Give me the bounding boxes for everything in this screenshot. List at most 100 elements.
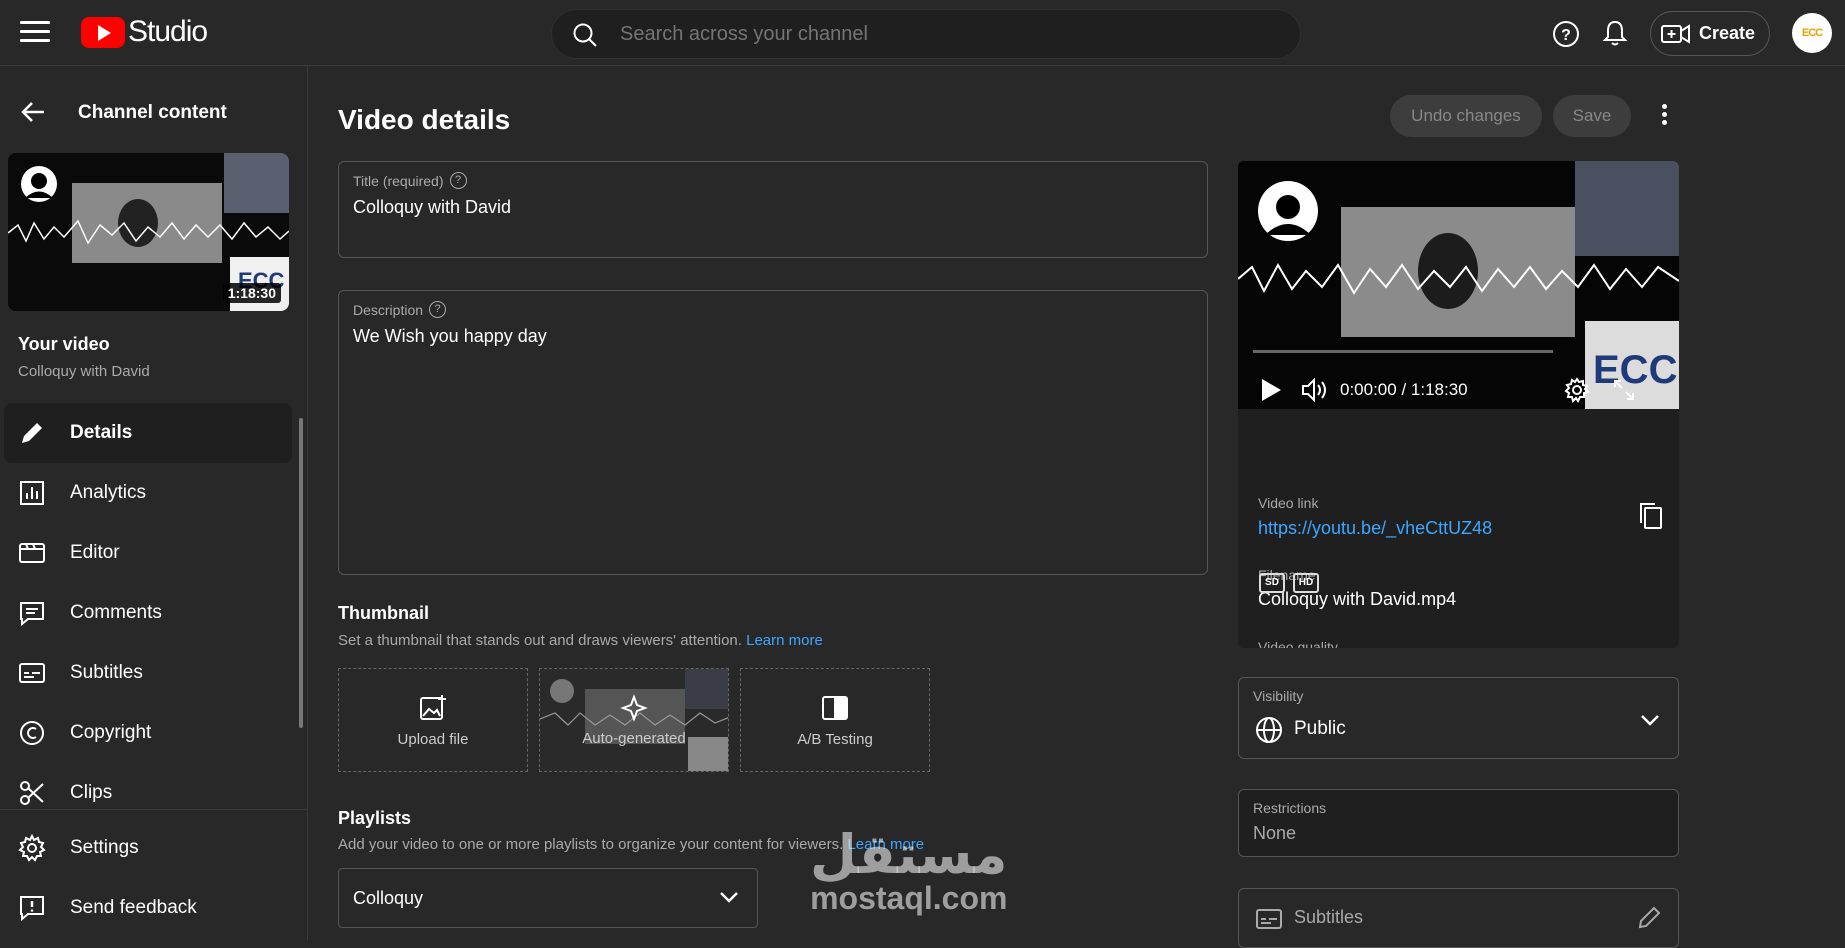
volume-icon[interactable] bbox=[1300, 377, 1330, 403]
page-title: Video details bbox=[338, 104, 511, 135]
sidebar-item-copyright[interactable]: Copyright bbox=[4, 703, 292, 763]
search-input[interactable] bbox=[620, 19, 1260, 49]
video-thumbnail[interactable]: ECC 1:18:30 bbox=[8, 153, 289, 311]
playlists-learn-more-link[interactable]: Learn more bbox=[847, 836, 924, 853]
description-field-value[interactable]: We Wish you happy day bbox=[353, 326, 547, 347]
video-time: 0:00:00 / 1:18:30 bbox=[1340, 380, 1468, 399]
account-avatar[interactable]: ECC bbox=[1792, 13, 1832, 53]
image-upload-icon bbox=[420, 694, 446, 720]
sidebar-item-send-feedback[interactable]: Send feedback bbox=[4, 878, 292, 938]
help-circle-icon[interactable]: ? bbox=[429, 301, 447, 318]
restrictions-card: Restrictions None bbox=[1238, 789, 1679, 857]
sidebar-bottom-nav: Settings Send feedback bbox=[4, 818, 292, 938]
description-field[interactable]: Description? We Wish you happy day bbox=[338, 290, 1208, 575]
sidebar-item-label: Clips bbox=[70, 782, 113, 803]
more-options-icon[interactable] bbox=[1649, 104, 1679, 134]
undo-changes-button[interactable]: Undo changes bbox=[1390, 95, 1542, 137]
title-field[interactable]: Title (required)? Colloquy with David bbox=[338, 161, 1208, 258]
sd-quality-badge: SD bbox=[1259, 573, 1285, 593]
subtitles-label: Subtitles bbox=[1294, 907, 1364, 927]
help-circle-icon[interactable]: ? bbox=[449, 172, 467, 189]
copy-icon[interactable] bbox=[1638, 501, 1664, 531]
thumbnail-title: Thumbnail bbox=[338, 603, 429, 623]
sidebar-item-settings[interactable]: Settings bbox=[4, 818, 292, 878]
video-add-icon bbox=[1661, 23, 1690, 44]
video-duration: 1:18:30 bbox=[222, 283, 281, 303]
auto-generated-button[interactable]: Auto-generated bbox=[539, 668, 729, 772]
globe-icon bbox=[1256, 717, 1282, 743]
video-link-label: Video link bbox=[1258, 495, 1319, 511]
ab-testing-button[interactable]: A/B Testing bbox=[740, 668, 930, 772]
feedback-icon bbox=[20, 896, 44, 922]
main-content: Video details Undo changes Save Title (r… bbox=[309, 66, 1845, 948]
sidebar-item-label: Editor bbox=[70, 542, 120, 563]
notifications-bell-icon[interactable] bbox=[1602, 19, 1628, 47]
svg-text:?: ? bbox=[1561, 27, 1571, 44]
menu-icon[interactable] bbox=[20, 21, 50, 45]
subtitles-icon bbox=[1256, 909, 1282, 929]
playlist-selected-value: Colloquy bbox=[353, 887, 424, 908]
player-controls: 0:00:00 / 1:18:30 bbox=[1238, 371, 1679, 409]
sparkle-icon bbox=[620, 693, 648, 722]
playlists-desc: Add your video to one or more playlists … bbox=[338, 836, 924, 853]
create-label: Create bbox=[1699, 23, 1756, 43]
top-bar: Studio ? Create ECC bbox=[0, 0, 1845, 66]
sidebar-item-label: Comments bbox=[70, 602, 162, 623]
video-link[interactable]: https://youtu.be/_vheCttUZ48 bbox=[1258, 518, 1492, 539]
sidebar-item-analytics[interactable]: Analytics bbox=[4, 463, 292, 523]
hd-quality-badge: HD bbox=[1293, 573, 1319, 593]
sidebar-item-label: Settings bbox=[70, 837, 139, 858]
sidebar-item-label: Send feedback bbox=[70, 897, 197, 918]
thumbnail-learn-more-link[interactable]: Learn more bbox=[746, 632, 823, 649]
sidebar: Channel content ECC 1:18:30 Your video C… bbox=[0, 66, 308, 940]
your-video-label: Your video bbox=[18, 334, 110, 354]
sidebar-divider bbox=[0, 809, 308, 810]
title-field-value[interactable]: Colloquy with David bbox=[353, 197, 511, 218]
thumbnail-desc-text: Set a thumbnail that stands out and draw… bbox=[338, 632, 742, 649]
youtube-logo-icon bbox=[81, 16, 125, 48]
playlists-title: Playlists bbox=[338, 808, 412, 828]
subtitles-icon bbox=[19, 663, 45, 683]
ab-testing-label: A/B Testing bbox=[797, 730, 873, 748]
player-settings-icon[interactable] bbox=[1564, 377, 1590, 403]
avatar-text: ECC bbox=[1801, 27, 1823, 39]
back-arrow-icon[interactable] bbox=[20, 100, 46, 124]
auto-generated-label: Auto-generated bbox=[582, 729, 686, 747]
sidebar-item-details[interactable]: Details bbox=[4, 403, 292, 463]
create-button[interactable]: Create bbox=[1650, 11, 1770, 56]
sidebar-item-subtitles[interactable]: Subtitles bbox=[4, 643, 292, 703]
filename-value: Colloquy with David.mp4 bbox=[1258, 589, 1457, 609]
sidebar-nav: Details Analytics Editor Comments Subtit… bbox=[4, 403, 292, 823]
sidebar-item-label: Subtitles bbox=[70, 662, 143, 683]
sidebar-item-label: Copyright bbox=[70, 722, 152, 743]
sidebar-scrollbar[interactable] bbox=[298, 403, 304, 743]
sidebar-item-comments[interactable]: Comments bbox=[4, 583, 292, 643]
save-button[interactable]: Save bbox=[1553, 95, 1631, 137]
upload-file-label: Upload file bbox=[397, 730, 469, 748]
logo-text: Studio bbox=[128, 15, 208, 48]
video-player[interactable]: ECC 0:00:00 / 1:18:30 bbox=[1238, 161, 1679, 409]
play-icon[interactable] bbox=[1260, 378, 1282, 402]
studio-logo[interactable]: Studio bbox=[81, 15, 208, 49]
copyright-icon bbox=[20, 721, 44, 745]
sidebar-item-label: Details bbox=[70, 422, 133, 443]
upload-file-button[interactable]: Upload file bbox=[338, 668, 528, 772]
fullscreen-icon[interactable] bbox=[1612, 378, 1636, 402]
chevron-down-icon bbox=[720, 892, 738, 903]
title-field-label: Title (required) bbox=[353, 172, 444, 189]
search-bar[interactable] bbox=[551, 9, 1301, 59]
playlist-select[interactable]: Colloquy bbox=[338, 868, 758, 928]
subtitles-card[interactable]: Subtitles bbox=[1238, 888, 1679, 948]
visibility-value: Public bbox=[1294, 718, 1346, 739]
sidebar-item-label: Analytics bbox=[70, 482, 147, 503]
help-icon[interactable]: ? bbox=[1552, 20, 1580, 48]
video-name: Colloquy with David bbox=[18, 363, 150, 380]
visibility-select[interactable]: Visibility Public bbox=[1238, 677, 1679, 759]
editor-icon bbox=[19, 543, 45, 563]
edit-pencil-icon[interactable] bbox=[1636, 905, 1662, 931]
sidebar-item-clips[interactable]: Clips bbox=[4, 763, 292, 823]
description-field-label: Description bbox=[353, 301, 424, 318]
sidebar-item-editor[interactable]: Editor bbox=[4, 523, 292, 583]
gear-icon bbox=[18, 834, 46, 862]
playlists-desc-text: Add your video to one or more playlists … bbox=[338, 836, 844, 853]
